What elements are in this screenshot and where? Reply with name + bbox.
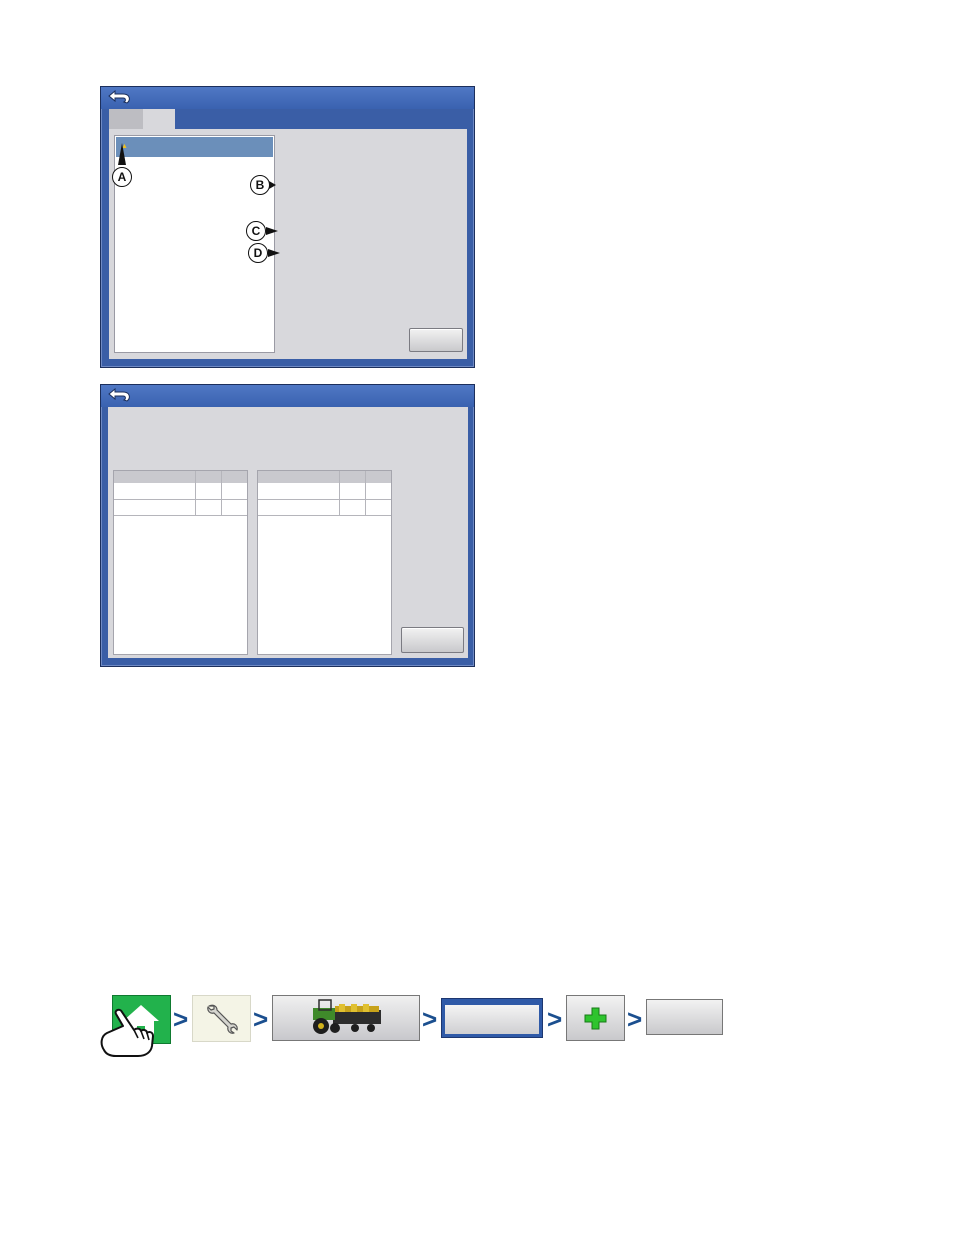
nav-chevron: > — [547, 1004, 563, 1034]
left-table — [113, 470, 248, 655]
column-divider — [339, 471, 340, 516]
back-arrow-icon[interactable] — [107, 388, 133, 404]
back-arrow-icon[interactable] — [107, 90, 133, 106]
plus-icon — [584, 1007, 607, 1030]
selected-list-item[interactable]: ▲ — [116, 137, 273, 157]
tab-first[interactable] — [109, 109, 143, 129]
summary-button[interactable] — [401, 627, 464, 653]
final-button[interactable] — [646, 999, 723, 1035]
blank-button-face — [445, 1005, 539, 1034]
configuration-summary-screen — [100, 384, 475, 667]
right-table-header — [258, 471, 391, 483]
table-row[interactable] — [114, 500, 247, 516]
content-panel — [108, 407, 468, 658]
tab-second[interactable] — [143, 109, 175, 129]
blank-button[interactable] — [441, 998, 543, 1038]
callout-b: B — [250, 175, 270, 195]
column-divider — [221, 471, 222, 516]
nav-chevron: > — [627, 1004, 643, 1034]
left-table-header — [114, 471, 247, 483]
column-divider — [195, 471, 196, 516]
column-divider — [365, 471, 366, 516]
callout-b-pointer — [269, 181, 276, 189]
title-bar — [101, 87, 474, 109]
callout-a: A — [112, 167, 132, 187]
callout-d: D — [248, 243, 268, 263]
title-bar — [101, 385, 474, 407]
table-row[interactable] — [258, 484, 391, 500]
wrench-icon — [207, 1004, 238, 1034]
nav-chevron: > — [253, 1004, 269, 1034]
configuration-list[interactable]: ▲ — [114, 135, 275, 353]
nav-chevron: > — [173, 1004, 189, 1034]
equipment-setup-screen: ▲ A B C D — [100, 86, 475, 368]
content-panel: ▲ — [109, 129, 467, 359]
callout-c: C — [246, 221, 266, 241]
tractor-implement-icon — [313, 999, 381, 1034]
callout-a-pointer — [118, 143, 126, 165]
add-button[interactable] — [566, 995, 625, 1041]
tools-button[interactable] — [192, 995, 251, 1042]
callout-c-pointer — [266, 227, 278, 235]
nav-chevron: > — [422, 1004, 438, 1034]
table-row[interactable] — [258, 500, 391, 516]
pointing-hand-icon — [100, 1008, 154, 1057]
setup-button[interactable] — [409, 328, 463, 352]
equipment-button[interactable] — [272, 995, 420, 1041]
callout-d-pointer — [268, 249, 280, 257]
table-row[interactable] — [114, 484, 247, 500]
right-table — [257, 470, 392, 655]
